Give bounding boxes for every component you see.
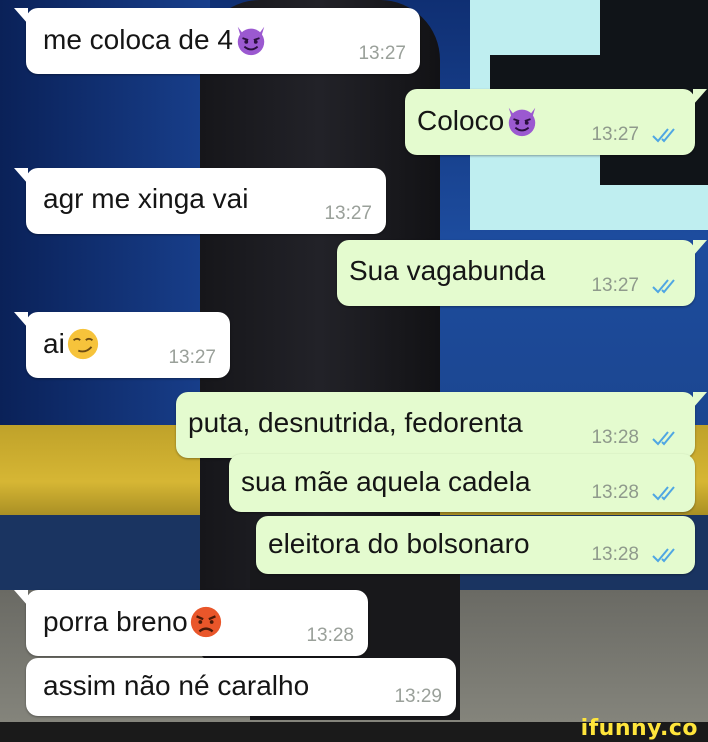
message-time: 13:29 [394, 686, 442, 707]
message-time: 13:27 [591, 275, 639, 296]
message-text-content: eleitora do bolsonaro [268, 528, 530, 559]
smiling-devil-emoji [508, 107, 536, 137]
message-bubble-outgoing[interactable]: Sua vagabunda 13:27 [337, 240, 707, 306]
message-text: Sua vagabunda [349, 255, 545, 287]
message-text: ai [43, 327, 100, 361]
message-bubble-outgoing[interactable]: eleitora do bolsonaro 13:28 [256, 516, 695, 574]
read-ticks-icon [652, 279, 675, 294]
read-ticks-icon [652, 128, 675, 143]
message-bubble-incoming[interactable]: ai 13:27 [14, 312, 230, 378]
message-time: 13:28 [591, 427, 639, 448]
message-text-content: puta, desnutrida, fedorenta [188, 407, 523, 438]
message-text: me coloca de 4 [43, 23, 268, 57]
read-ticks-icon [652, 431, 675, 446]
message-time: 13:27 [358, 43, 406, 64]
message-bubble-incoming[interactable]: agr me xinga vai 13:27 [14, 168, 386, 234]
message-text-content: assim não né caralho [43, 670, 310, 701]
message-text-content: Coloco [417, 105, 505, 136]
smirk-emoji [67, 328, 98, 360]
message-text-content: sua mãe aquela cadela [241, 466, 531, 497]
message-bubble-outgoing[interactable]: puta, desnutrida, fedorenta 13:28 [176, 392, 707, 458]
message-time: 13:28 [591, 544, 639, 565]
watermark-bar: ifunny.co [0, 716, 708, 742]
message-text-content: porra breno [43, 606, 188, 637]
message-text: assim não né caralho [43, 670, 309, 702]
read-ticks-icon [652, 548, 675, 563]
message-bubble-outgoing[interactable]: Coloco 13:27 [405, 89, 707, 155]
message-text: Coloco [417, 104, 539, 138]
ifunny-watermark: ifunny.co [580, 716, 698, 741]
message-text: porra breno [43, 605, 223, 639]
message-text: agr me xinga vai [43, 183, 248, 215]
message-bubble-incoming[interactable]: assim não né caralho 13:29 [26, 658, 456, 716]
message-time: 13:27 [168, 347, 216, 368]
message-time: 13:28 [591, 482, 639, 503]
message-text: sua mãe aquela cadela [241, 466, 531, 498]
message-time: 13:28 [306, 625, 354, 646]
message-text: eleitora do bolsonaro [268, 528, 530, 560]
message-text-content: Sua vagabunda [349, 255, 546, 286]
smiling-devil-emoji [237, 26, 265, 56]
angry-face-emoji [190, 606, 221, 638]
read-ticks-icon [652, 486, 675, 501]
message-bubble-outgoing[interactable]: sua mãe aquela cadela 13:28 [229, 454, 695, 512]
message-bubble-incoming[interactable]: porra breno 13:28 [14, 590, 368, 656]
message-time: 13:27 [324, 203, 372, 224]
message-bubble-incoming[interactable]: me coloca de 4 13:27 [14, 8, 420, 74]
message-text: puta, desnutrida, fedorenta [188, 407, 523, 439]
message-text-content: agr me xinga vai [43, 183, 249, 214]
message-text-content: ai [43, 328, 65, 359]
message-text-content: me coloca de 4 [43, 24, 233, 55]
message-time: 13:27 [591, 124, 639, 145]
